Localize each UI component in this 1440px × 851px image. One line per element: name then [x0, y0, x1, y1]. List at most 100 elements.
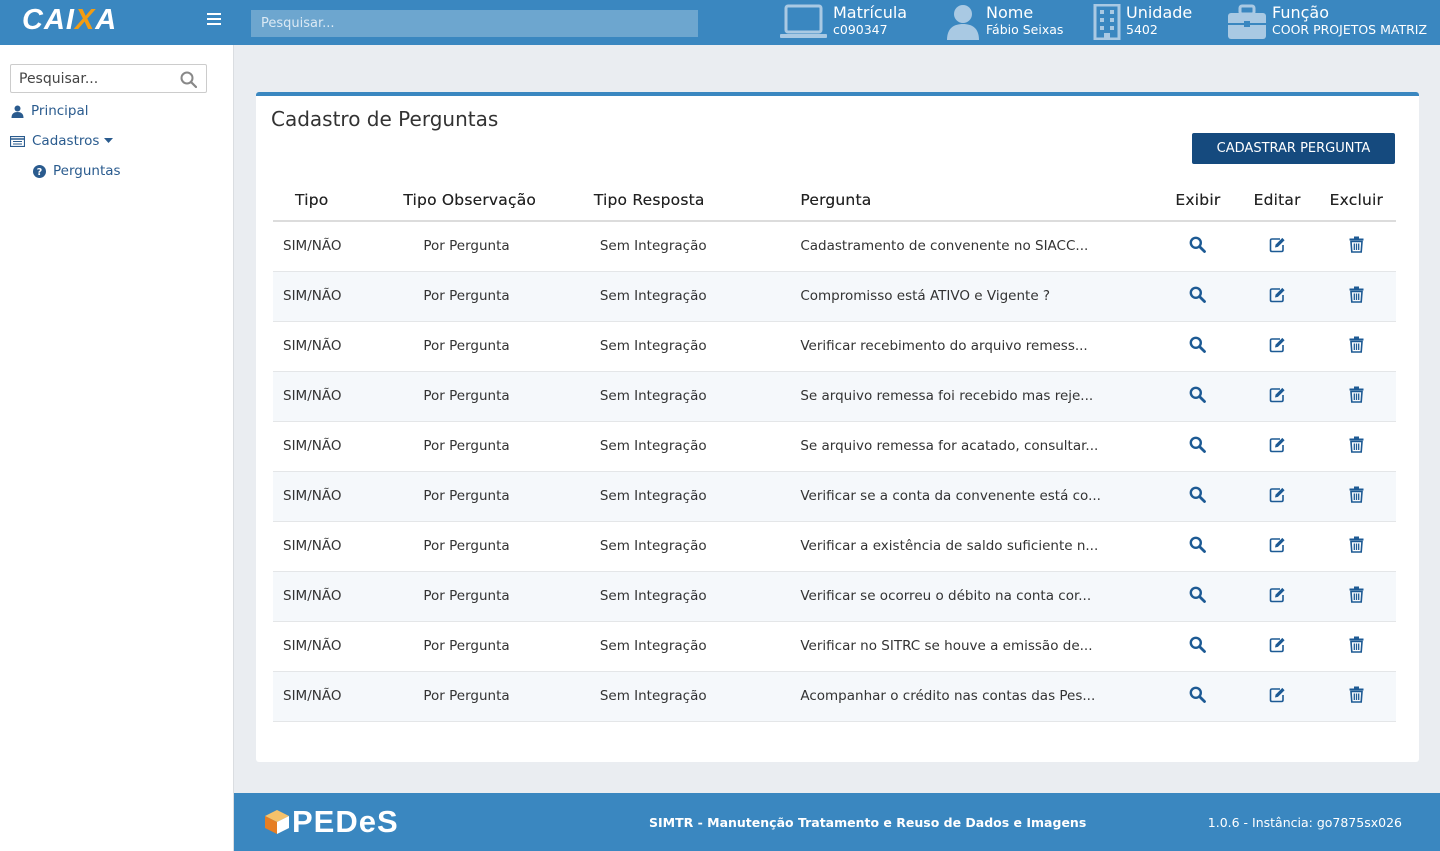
- view-search-icon[interactable]: [1189, 586, 1207, 607]
- trash-icon[interactable]: [1349, 336, 1364, 357]
- table-row: SIM/NÃO Por Pergunta Sem Integração Cadastr…: [273, 221, 1396, 272]
- cell-tipo-resposta: Sem Integração: [583, 571, 788, 622]
- cell-tipo-observacao: Por Pergunta: [403, 371, 584, 422]
- footer: PEDeS SIMTR - Manutenção Tratamento e Re…: [234, 793, 1440, 851]
- edit-icon[interactable]: [1269, 436, 1286, 457]
- cell-exibir: [1158, 621, 1238, 672]
- cell-excluir: [1316, 621, 1396, 672]
- edit-icon[interactable]: [1269, 286, 1286, 307]
- cell-tipo: SIM/NÃO: [273, 371, 404, 422]
- cell-excluir: [1316, 421, 1396, 472]
- building-icon: [1093, 4, 1121, 40]
- cell-exibir: [1158, 421, 1238, 472]
- sidebar-search: [10, 64, 207, 93]
- view-search-icon[interactable]: [1189, 286, 1207, 307]
- trash-icon[interactable]: [1349, 636, 1364, 657]
- cell-tipo-resposta: Sem Integração: [583, 371, 788, 422]
- trash-icon[interactable]: [1349, 686, 1364, 707]
- cell-editar: [1237, 421, 1317, 472]
- trash-icon[interactable]: [1349, 586, 1364, 607]
- pedes-logo: PEDeS: [264, 804, 399, 840]
- table-row: SIM/NÃO Por Pergunta Sem Integração Verific…: [273, 571, 1396, 622]
- cell-excluir: [1316, 271, 1396, 322]
- column-header-pergunta[interactable]: Pergunta: [787, 180, 1159, 222]
- version-info: 1.0.6 - Instância: go7875sx026: [1207, 815, 1402, 830]
- cell-tipo: SIM/NÃO: [273, 521, 404, 572]
- cell-excluir: [1316, 521, 1396, 572]
- trash-icon[interactable]: [1349, 536, 1364, 557]
- monitor-icon: [780, 4, 827, 38]
- sidebar-item-principal[interactable]: Principal: [11, 103, 89, 119]
- menu-toggle-icon[interactable]: [207, 13, 221, 25]
- table-row: SIM/NÃO Por Pergunta Sem Integração Verific…: [273, 471, 1396, 522]
- matricula-info: Matrícula c090347: [779, 3, 907, 40]
- cell-editar: [1237, 521, 1317, 572]
- edit-icon[interactable]: [1269, 386, 1286, 407]
- edit-icon[interactable]: [1269, 536, 1286, 557]
- sidebar-item-cadastros[interactable]: Cadastros: [10, 133, 114, 149]
- cell-editar: [1237, 621, 1317, 672]
- caixa-logo[interactable]: CAIXA: [22, 4, 117, 37]
- cell-tipo-observacao: Por Pergunta: [403, 471, 584, 522]
- cell-tipo: SIM/NÃO: [273, 671, 404, 722]
- column-header-tipo-observacao[interactable]: Tipo Observação: [403, 180, 584, 222]
- view-search-icon[interactable]: [1189, 486, 1207, 507]
- cell-tipo-observacao: Por Pergunta: [403, 621, 584, 672]
- cell-tipo: SIM/NÃO: [273, 621, 404, 672]
- cell-excluir: [1316, 371, 1396, 422]
- user-icon: [947, 5, 979, 40]
- table-row: SIM/NÃO Por Pergunta Sem Integração Verific…: [273, 321, 1396, 372]
- nome-value: Fábio Seixas: [986, 22, 1064, 37]
- cell-tipo-observacao: Por Pergunta: [403, 321, 584, 372]
- cell-tipo-resposta: Sem Integração: [583, 471, 788, 522]
- column-header-tipo[interactable]: Tipo: [273, 180, 404, 222]
- view-search-icon[interactable]: [1189, 236, 1207, 257]
- cell-tipo-observacao: Por Pergunta: [403, 221, 584, 272]
- column-header-excluir: Excluir: [1316, 180, 1396, 222]
- cell-tipo-observacao: Por Pergunta: [403, 421, 584, 472]
- sidebar-item-perguntas[interactable]: ? Perguntas: [33, 163, 121, 179]
- cell-tipo: SIM/NÃO: [273, 571, 404, 622]
- cell-pergunta: Verificar recebimento do arquivo remess.…: [787, 321, 1159, 372]
- edit-icon[interactable]: [1269, 336, 1286, 357]
- cell-exibir: [1158, 671, 1238, 722]
- cell-exibir: [1158, 471, 1238, 522]
- view-search-icon[interactable]: [1189, 636, 1207, 657]
- cell-tipo-resposta: Sem Integração: [583, 221, 788, 272]
- view-search-icon[interactable]: [1189, 386, 1207, 407]
- view-search-icon[interactable]: [1189, 436, 1207, 457]
- trash-icon[interactable]: [1349, 236, 1364, 257]
- view-search-icon[interactable]: [1189, 686, 1207, 707]
- view-search-icon[interactable]: [1189, 336, 1207, 357]
- top-search-input[interactable]: [251, 10, 698, 37]
- perguntas-panel: Cadastro de Perguntas CADASTRAR PERGUNTA…: [256, 92, 1419, 762]
- cell-tipo-observacao: Por Pergunta: [403, 271, 584, 322]
- trash-icon[interactable]: [1349, 386, 1364, 407]
- cell-editar: [1237, 221, 1317, 272]
- cell-exibir: [1158, 371, 1238, 422]
- nome-info: Nome Fábio Seixas: [946, 3, 1063, 40]
- sidebar-search-input[interactable]: [11, 65, 171, 92]
- trash-icon[interactable]: [1349, 286, 1364, 307]
- unidade-info: Unidade 5402: [1093, 3, 1192, 40]
- cell-pergunta: Compromisso está ATIVO e Vigente ?: [787, 271, 1159, 322]
- trash-icon[interactable]: [1349, 436, 1364, 457]
- edit-icon[interactable]: [1269, 236, 1286, 257]
- edit-icon[interactable]: [1269, 486, 1286, 507]
- cell-pergunta: Verificar a existência de saldo suficien…: [787, 521, 1159, 572]
- table-row: SIM/NÃO Por Pergunta Sem Integração Se arqu…: [273, 421, 1396, 472]
- cadastrar-pergunta-button[interactable]: CADASTRAR PERGUNTA: [1192, 133, 1395, 164]
- search-icon[interactable]: [180, 71, 197, 88]
- view-search-icon[interactable]: [1189, 536, 1207, 557]
- column-header-tipo-resposta[interactable]: Tipo Resposta: [583, 180, 788, 222]
- cell-exibir: [1158, 221, 1238, 272]
- edit-icon[interactable]: [1269, 636, 1286, 657]
- trash-icon[interactable]: [1349, 486, 1364, 507]
- cell-pergunta: Verificar se ocorreu o débito na conta c…: [787, 571, 1159, 622]
- caret-down-icon: [104, 138, 114, 143]
- cell-tipo-resposta: Sem Integração: [583, 271, 788, 322]
- cell-exibir: [1158, 521, 1238, 572]
- edit-icon[interactable]: [1269, 586, 1286, 607]
- edit-icon[interactable]: [1269, 686, 1286, 707]
- table-row: SIM/NÃO Por Pergunta Sem Integração Comprom…: [273, 271, 1396, 322]
